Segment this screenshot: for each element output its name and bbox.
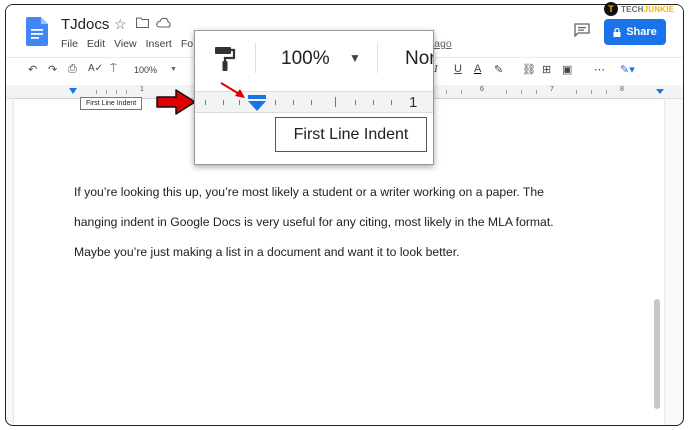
zoom-select[interactable]: 100% bbox=[134, 65, 157, 75]
underline-icon[interactable]: U bbox=[454, 63, 462, 75]
ruler-tick bbox=[311, 100, 312, 105]
red-arrow-icon bbox=[156, 89, 196, 115]
ruler-tick bbox=[335, 97, 336, 107]
menu-edit[interactable]: Edit bbox=[87, 38, 105, 50]
paragraph-line[interactable]: If you’re looking this up, you’re most l… bbox=[74, 177, 644, 207]
menu-file[interactable]: File bbox=[61, 38, 78, 50]
toolbar-separator bbox=[377, 43, 378, 73]
techjunkie-watermark: T TECHJUNKIE bbox=[604, 2, 674, 16]
comment-history-icon[interactable] bbox=[574, 23, 590, 37]
paint-format-icon[interactable]: ⍑ bbox=[110, 63, 117, 76]
ruler-tick bbox=[446, 90, 447, 94]
ruler-tick bbox=[506, 90, 507, 94]
watermark-text-accent: JUNKIE bbox=[643, 4, 675, 14]
first-line-indent-tooltip: First Line Indent bbox=[80, 97, 143, 110]
ruler-tick bbox=[106, 90, 107, 94]
move-folder-icon[interactable] bbox=[136, 17, 149, 28]
chevron-down-icon: ▼ bbox=[349, 51, 361, 65]
spellcheck-icon[interactable]: A✓ bbox=[88, 63, 103, 74]
ruler-tick bbox=[591, 90, 592, 94]
right-indent-marker-icon[interactable] bbox=[656, 89, 664, 94]
ruler-number: 8 bbox=[620, 86, 624, 93]
ruler-tick bbox=[126, 90, 127, 94]
more-icon[interactable]: ⋯ bbox=[594, 63, 605, 76]
paragraph-line[interactable]: hanging indent in Google Docs is very us… bbox=[74, 207, 644, 237]
text-color-icon[interactable]: A bbox=[474, 63, 481, 75]
menu-bar: File Edit View Insert Fo bbox=[61, 38, 193, 50]
inset-paragraph-style: Nor bbox=[405, 48, 434, 69]
ruler-number: 1 bbox=[140, 86, 144, 93]
zoom-inset: 100% ▼ Nor 1 First Line Indent bbox=[194, 30, 434, 165]
star-icon[interactable]: ☆ bbox=[114, 16, 127, 33]
red-pointer-arrow-icon bbox=[220, 82, 245, 98]
ruler-tick bbox=[373, 100, 374, 105]
first-line-indent-marker-icon[interactable] bbox=[69, 88, 77, 94]
paragraph-line[interactable]: Maybe you’re just making a list in a doc… bbox=[74, 237, 644, 267]
ruler-tick bbox=[293, 100, 294, 105]
ruler-tick bbox=[606, 90, 607, 94]
techjunkie-logo-icon: T bbox=[604, 2, 618, 16]
link-icon[interactable]: ⛓ bbox=[522, 63, 536, 76]
comment-add-icon[interactable]: ⊞ bbox=[542, 63, 551, 76]
highlight-icon[interactable]: ✎ bbox=[494, 63, 503, 76]
first-line-indent-label: First Line Indent bbox=[275, 117, 427, 152]
vertical-scrollbar[interactable] bbox=[654, 299, 660, 409]
menu-format[interactable]: Fo bbox=[181, 38, 193, 50]
ruler-number: 6 bbox=[480, 86, 484, 93]
first-line-indent-marker-icon bbox=[248, 95, 266, 111]
menu-view[interactable]: View bbox=[114, 38, 137, 50]
print-icon[interactable]: ⎙ bbox=[68, 63, 77, 76]
ruler-tick bbox=[461, 90, 462, 94]
paint-format-icon bbox=[215, 47, 236, 71]
ruler-tick bbox=[536, 90, 537, 94]
document-body[interactable]: If you’re looking this up, you’re most l… bbox=[74, 177, 644, 267]
document-title[interactable]: TJdocs bbox=[61, 16, 109, 33]
share-label: Share bbox=[626, 26, 657, 38]
edit-mode-icon[interactable]: ✎▾ bbox=[620, 63, 635, 76]
italic-icon[interactable]: I bbox=[434, 63, 438, 75]
ruler-tick bbox=[355, 100, 356, 105]
ruler-tick bbox=[521, 90, 522, 94]
ruler-tick bbox=[116, 90, 117, 94]
image-icon[interactable]: ▣ bbox=[562, 63, 572, 76]
ruler-number: 7 bbox=[550, 86, 554, 93]
ruler-tick bbox=[205, 100, 206, 105]
redo-icon[interactable]: ↷ bbox=[48, 63, 57, 76]
cloud-status-icon[interactable] bbox=[156, 17, 171, 28]
ruler-tick bbox=[391, 100, 392, 105]
share-button[interactable]: Share bbox=[604, 19, 666, 45]
ruler-tick bbox=[96, 90, 97, 94]
docs-logo-icon[interactable] bbox=[26, 17, 48, 46]
inset-zoom-value: 100% bbox=[281, 48, 330, 69]
watermark-text-main: TECH bbox=[621, 4, 644, 14]
menu-insert[interactable]: Insert bbox=[146, 38, 172, 50]
watermark-text: TECHJUNKIE bbox=[621, 5, 674, 14]
ruler-tick bbox=[576, 90, 577, 94]
chevron-down-icon[interactable]: ▼ bbox=[170, 66, 177, 73]
toolbar-separator bbox=[255, 43, 256, 73]
screenshot-frame: TJdocs ☆ File Edit View Insert Fo s ago bbox=[0, 0, 689, 430]
ruler-number: 1 bbox=[409, 94, 418, 111]
undo-icon[interactable]: ↶ bbox=[28, 63, 37, 76]
lock-icon bbox=[613, 27, 621, 37]
ruler-tick bbox=[275, 100, 276, 105]
